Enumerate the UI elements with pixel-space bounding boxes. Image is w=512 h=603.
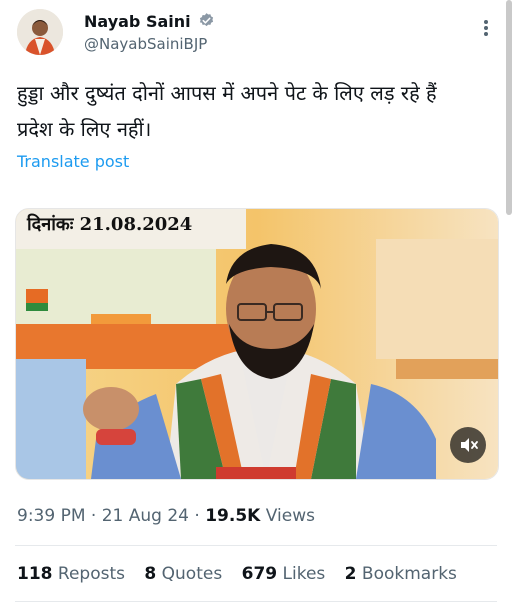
mute-button[interactable] [450,427,486,463]
avatar-image [17,9,63,55]
tweet-text-line-1: हुड्डा और दुष्यंत दोनों आपस में अपने पेट… [17,81,437,105]
more-options-icon[interactable] [476,16,496,40]
meta-separator: · [194,506,206,526]
meta-separator: · [90,506,102,526]
reposts-stat[interactable]: 118 Reposts [17,564,125,584]
tweet-time[interactable]: 9:39 PM [17,506,86,526]
author-name[interactable]: Nayab Saini [84,12,191,31]
reposts-label: Reposts [57,564,125,584]
video-date-label: दिनांकः 21.08.2024 [27,214,193,235]
bookmarks-count: 2 [344,564,357,584]
volume-muted-icon [461,438,478,452]
tweet-header: Nayab Saini @NayabSainiBJP [0,0,512,68]
translate-post-link[interactable]: Translate post [17,152,129,171]
tweet-video[interactable]: दिनांकः 21.08.2024 [15,208,499,480]
bookmarks-stat[interactable]: 2 Bookmarks [345,564,457,584]
divider [15,601,497,602]
quotes-count: 8 [144,564,157,584]
tweet-date[interactable]: 21 Aug 24 [102,506,189,526]
bookmarks-label: Bookmarks [361,564,457,584]
video-frame-image [16,209,498,479]
reposts-count: 118 [17,564,53,584]
author-handle[interactable]: @NayabSainiBJP [84,35,207,53]
tweet-meta: 9:39 PM · 21 Aug 24 · 19.5K Views [17,506,315,526]
views-count: 19.5K [205,506,261,526]
divider [15,545,497,546]
views-label: Views [265,506,315,526]
avatar[interactable] [17,9,63,55]
verified-badge-icon [199,13,214,27]
likes-count: 679 [241,564,278,584]
likes-stat[interactable]: 679 Likes [242,564,326,584]
likes-label: Likes [282,564,326,584]
tweet-text: हुड्डा और दुष्यंत दोनों आपस में अपने पेट… [17,75,497,147]
quotes-label: Quotes [161,564,223,584]
tweet-text-line-2: प्रदेश के लिए नहीं। [17,117,152,141]
tweet-stats: 118 Reposts 8 Quotes 679 Likes 2 Bookmar… [17,564,471,584]
quotes-stat[interactable]: 8 Quotes [144,564,222,584]
